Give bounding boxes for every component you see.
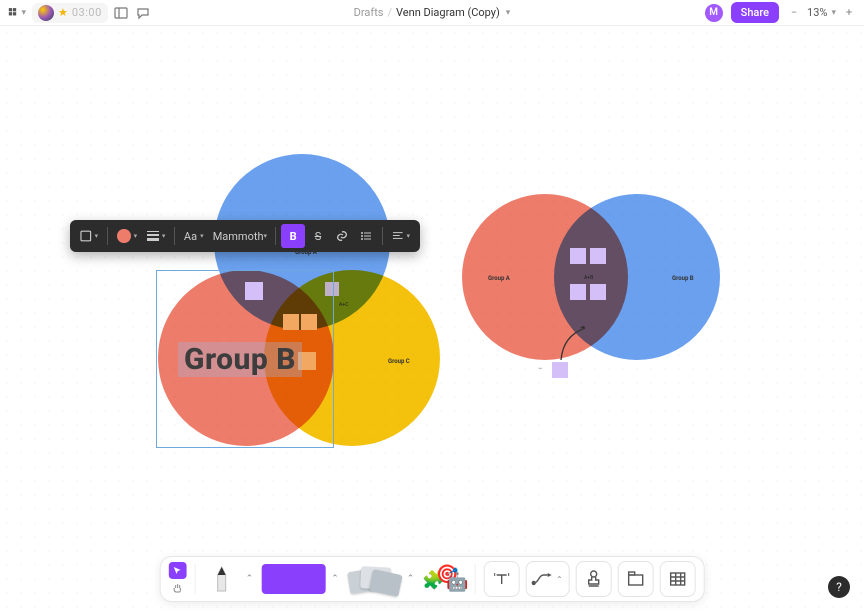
label-group-c[interactable]: Group C (388, 358, 410, 365)
zoom-controls: − 13% ▾ + (787, 6, 856, 20)
table-tool-button[interactable] (659, 561, 695, 597)
shape-tool-button[interactable]: ▾ (76, 224, 102, 248)
lines-icon (147, 231, 159, 241)
connector-minus-icon: − (538, 364, 543, 373)
label-overlap-ac[interactable]: A+C (339, 302, 348, 308)
pointer-tools (169, 561, 187, 597)
label2-group-a[interactable]: Group A (488, 275, 510, 282)
label2-group-b[interactable]: Group B (672, 275, 694, 282)
stamp-picker-button[interactable]: 🧩 🎯 🤖 (422, 564, 466, 594)
text-tool-button[interactable] (483, 561, 519, 597)
toolbar-right: M Share − 13% ▾ + (705, 2, 856, 23)
sticky-note[interactable] (590, 284, 606, 300)
connector-tool-button[interactable]: ⌃ (525, 561, 569, 597)
breadcrumb-separator: / (387, 6, 392, 19)
strikethrough-button[interactable]: S (307, 224, 329, 248)
panel-toggle-button[interactable] (114, 5, 130, 21)
sticky-note[interactable] (590, 248, 606, 264)
chevron-down-icon: ▾ (95, 232, 99, 240)
bullet-list-button[interactable] (355, 224, 377, 248)
chevron-down-icon[interactable]: ▾ (506, 8, 511, 18)
zoom-value: 13% (807, 6, 827, 19)
top-toolbar: ▾ ★ 03:00 Drafts / Venn Diagram (Copy) ▾… (0, 0, 864, 26)
toolbar-left: ▾ ★ 03:00 (8, 3, 152, 23)
breadcrumb[interactable]: Drafts / Venn Diagram (Copy) ▾ (354, 6, 511, 19)
comment-button[interactable] (136, 5, 152, 21)
link-button[interactable] (331, 224, 353, 248)
chevron-down-icon: ▾ (406, 232, 410, 240)
chevron-down-icon: ▾ (831, 8, 836, 18)
chevron-down-icon: ▾ (200, 232, 204, 240)
dock-pointer-group (169, 561, 187, 597)
text-editing[interactable]: Group B (178, 342, 302, 377)
label2-overlap-ab[interactable]: A+B (584, 275, 593, 281)
chevron-up-icon[interactable]: ⌃ (331, 574, 339, 584)
chevron-up-icon[interactable]: ⌃ (246, 574, 254, 584)
hand-tool-button[interactable] (169, 579, 187, 596)
sticky-note[interactable] (570, 248, 586, 264)
zoom-dropdown[interactable]: 13% ▾ (807, 6, 836, 19)
color-swatch-icon (117, 229, 131, 243)
share-button[interactable]: Share (731, 2, 779, 23)
chevron-down-icon: ▾ (264, 232, 268, 240)
main-menu-button[interactable]: ▾ (8, 4, 26, 22)
stamp-tool-button[interactable] (575, 561, 611, 597)
logo-icon (38, 5, 54, 21)
chevron-down-icon: ▾ (21, 8, 26, 18)
context-toolbar: ▾ ▾ ▾ Aa ▾ Mammoth ▾ B S (70, 220, 420, 252)
select-tool-button[interactable] (169, 562, 187, 579)
chevron-up-icon[interactable]: ⌃ (556, 575, 563, 584)
bottom-dock: ⌃ ⌃ ⌃ 🧩 🎯 🤖 ⌃ (160, 556, 705, 602)
chevron-down-icon: ▾ (162, 232, 166, 240)
chevron-down-icon: ▾ (134, 232, 138, 240)
canvas[interactable]: Group A Group C A+C Group B Group A Grou… (0, 26, 864, 612)
timer-pill[interactable]: ★ 03:00 (32, 3, 108, 23)
chevron-up-icon[interactable]: ⌃ (407, 574, 415, 584)
shape-color-swatch[interactable] (261, 564, 325, 594)
text-size-button[interactable]: Aa ▾ (180, 224, 207, 248)
font-family-dropdown[interactable]: Mammoth ▾ (209, 224, 270, 248)
sticky-note[interactable] (570, 284, 586, 300)
avatar[interactable]: M (705, 4, 723, 22)
star-icon: ★ (58, 6, 68, 19)
fill-color-button[interactable]: ▾ (113, 224, 141, 248)
stroke-width-button[interactable]: ▾ (143, 224, 169, 248)
section-tool-button[interactable] (617, 561, 653, 597)
timer-value: 03:00 (72, 6, 102, 19)
zoom-out-button[interactable]: − (787, 6, 801, 20)
help-button[interactable]: ? (828, 576, 850, 598)
zoom-in-button[interactable]: + (842, 6, 856, 20)
bold-button[interactable]: B (281, 224, 305, 248)
breadcrumb-filename[interactable]: Venn Diagram (Copy) (396, 6, 500, 19)
sticky-note-tool[interactable] (347, 564, 401, 594)
pencil-tool-button[interactable] (204, 561, 240, 597)
alignment-button[interactable]: ▾ (388, 224, 414, 248)
connector-arrow[interactable] (555, 326, 595, 366)
breadcrumb-root[interactable]: Drafts (354, 6, 384, 19)
